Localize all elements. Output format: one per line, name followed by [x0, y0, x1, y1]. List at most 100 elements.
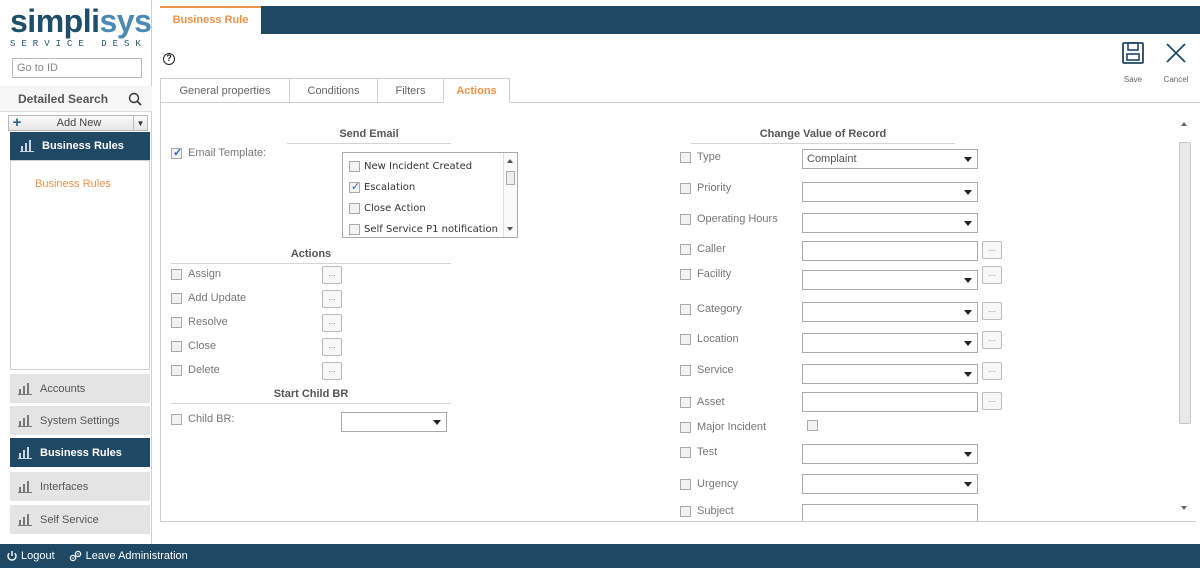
action-checkbox[interactable] [171, 340, 182, 352]
nav-label: Self Service [40, 513, 99, 526]
operating-hours-select[interactable] [802, 213, 978, 233]
field-checkbox[interactable] [680, 213, 691, 225]
cancel-button[interactable]: Cancel [1156, 40, 1196, 86]
action-add-update-ellipsis-button[interactable]: ... [322, 290, 342, 308]
location-ellipsis-button[interactable]: ... [982, 331, 1002, 349]
template-checkbox[interactable] [349, 203, 360, 214]
type-value: Complaint [807, 153, 857, 165]
nav-item-self-service[interactable]: Self Service [10, 505, 150, 535]
action-checkbox[interactable] [171, 364, 182, 376]
urgency-select[interactable] [802, 474, 978, 494]
chevron-down-icon [964, 221, 972, 226]
field-checkbox[interactable] [680, 243, 691, 255]
nav-item-interfaces[interactable]: Interfaces [10, 472, 150, 502]
action-checkbox[interactable] [171, 268, 182, 280]
email-template-row: Email Template: [171, 146, 266, 159]
category-ellipsis-button[interactable]: ... [982, 302, 1002, 320]
tab-filters[interactable]: Filters [377, 78, 443, 103]
content-scrollbar[interactable] [1178, 112, 1192, 516]
business-rules-header-label: Business Rules [42, 140, 124, 152]
brand-logo: simplisys SERVICE DESK [10, 4, 152, 56]
child-br-label: Child BR: [188, 413, 235, 425]
tab-actions[interactable]: Actions [443, 78, 510, 103]
template-label: Self Service P1 notification [364, 224, 498, 235]
gears-icon [69, 550, 81, 562]
business-rules-header[interactable]: Business Rules [10, 132, 150, 160]
nav-item-accounts[interactable]: Accounts [10, 374, 150, 404]
add-new-button[interactable]: + Add New ▼ [8, 115, 148, 131]
panel-item-business-rules[interactable]: Business Rules [35, 178, 111, 190]
nav-item-business-rules[interactable]: Business Rules [10, 438, 150, 468]
field-location: Location [680, 333, 739, 345]
action-checkbox[interactable] [171, 292, 182, 304]
nav-item-system-settings[interactable]: System Settings [10, 406, 150, 436]
chevron-down-icon[interactable]: ▼ [133, 116, 147, 130]
action-assign-ellipsis-button[interactable]: ... [322, 266, 342, 284]
chevron-down-icon [964, 452, 972, 457]
action-checkbox[interactable] [171, 316, 182, 328]
action-resolve-ellipsis-button[interactable]: ... [322, 314, 342, 332]
priority-select[interactable] [802, 182, 978, 202]
field-checkbox[interactable] [680, 396, 691, 408]
template-list-scrollbar[interactable] [503, 153, 517, 237]
top-bar [160, 6, 1200, 34]
leave-administration-button[interactable]: Leave Administration [69, 550, 188, 562]
action-label: Close [188, 340, 217, 352]
tab-conditions[interactable]: Conditions [289, 78, 377, 103]
action-delete-ellipsis-button[interactable]: ... [322, 362, 342, 380]
facility-select[interactable] [802, 270, 978, 290]
action-close-ellipsis-button[interactable]: ... [322, 338, 342, 356]
caller-ellipsis-button[interactable]: ... [982, 241, 1002, 259]
template-checkbox[interactable] [349, 180, 360, 193]
field-type: Type [680, 151, 721, 163]
major-incident-value-checkbox[interactable] [807, 420, 818, 431]
field-checkbox[interactable] [680, 364, 691, 376]
business-rules-panel: Business Rules [10, 160, 150, 370]
email-template-list[interactable]: New Incident Created Escalation Close Ac… [342, 152, 518, 238]
field-checkbox[interactable] [680, 478, 691, 490]
caller-input[interactable] [802, 241, 978, 261]
asset-ellipsis-button[interactable]: ... [982, 392, 1002, 410]
asset-input[interactable] [802, 392, 978, 412]
child-br-row: Child BR: [171, 413, 234, 425]
service-select[interactable] [802, 364, 978, 384]
brand-name-part2: sys [99, 4, 152, 39]
goto-id-input[interactable] [12, 58, 142, 78]
field-checkbox[interactable] [680, 182, 691, 194]
type-select[interactable]: Complaint [802, 149, 978, 169]
logout-button[interactable]: Logout [6, 550, 55, 562]
field-checkbox[interactable] [680, 268, 691, 280]
service-ellipsis-button[interactable]: ... [982, 362, 1002, 380]
help-icon[interactable]: ? [163, 53, 175, 65]
email-template-checkbox[interactable] [171, 146, 182, 159]
field-checkbox[interactable] [680, 446, 691, 458]
tab-general-properties[interactable]: General properties [160, 78, 289, 103]
template-option[interactable]: Close Action [349, 203, 426, 214]
child-br-select[interactable] [341, 412, 447, 432]
logout-label: Logout [21, 550, 55, 562]
detailed-search-button[interactable]: Detailed Search [0, 86, 152, 112]
field-label: Priority [697, 182, 732, 194]
location-select[interactable] [802, 333, 978, 353]
facility-ellipsis-button[interactable]: ... [982, 266, 1002, 284]
tab-business-rule[interactable]: Business Rule [160, 6, 261, 34]
template-option[interactable]: Self Service P1 notification [349, 224, 498, 235]
save-button[interactable]: Save [1113, 40, 1153, 86]
template-option[interactable]: Escalation [349, 180, 415, 193]
field-checkbox[interactable] [680, 505, 691, 517]
action-add-update: Add Update [171, 292, 246, 304]
category-select[interactable] [802, 302, 978, 322]
child-br-checkbox[interactable] [171, 413, 182, 425]
field-caller: Caller [680, 243, 726, 255]
field-checkbox[interactable] [680, 421, 691, 433]
template-checkbox[interactable] [349, 224, 360, 235]
template-option[interactable]: New Incident Created [349, 161, 472, 172]
test-select[interactable] [802, 444, 978, 464]
template-label: Close Action [364, 203, 426, 214]
field-label: Operating Hours [697, 213, 778, 225]
field-checkbox[interactable] [680, 151, 691, 163]
field-checkbox[interactable] [680, 333, 691, 345]
subject-input[interactable] [802, 504, 978, 521]
template-checkbox[interactable] [349, 161, 360, 172]
field-checkbox[interactable] [680, 303, 691, 315]
